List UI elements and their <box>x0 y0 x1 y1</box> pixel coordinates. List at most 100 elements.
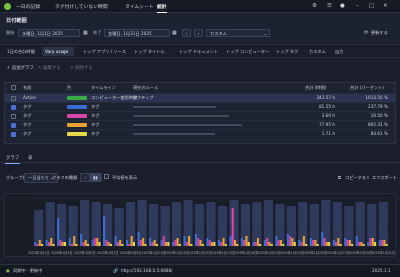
chart-bar[interactable] <box>362 244 365 246</box>
chart-bar[interactable] <box>224 244 227 246</box>
chart-bar[interactable] <box>277 240 280 246</box>
tab-untagged-time[interactable]: タグ付けしていない時間 <box>55 3 108 10</box>
chart-bar[interactable] <box>369 238 372 246</box>
chart-bar[interactable] <box>259 244 262 246</box>
chart-bar[interactable] <box>86 244 90 246</box>
chart-bar[interactable] <box>70 244 73 246</box>
tab-timesheet[interactable]: タイムシート <box>125 3 154 10</box>
extensions-icon[interactable]: ⚙ <box>312 3 317 9</box>
tab-graph[interactable]: グラフ <box>4 155 21 164</box>
chart-bar[interactable] <box>45 240 48 246</box>
chart-bar[interactable] <box>360 242 363 246</box>
chart-bar[interactable] <box>190 244 193 246</box>
server-url[interactable]: http://192.168.0.5:8888/ <box>121 268 173 273</box>
tab-table[interactable]: 表 <box>28 155 32 161</box>
chart-bar-active[interactable] <box>91 202 101 246</box>
chart-bar[interactable] <box>275 236 278 246</box>
chart-bar[interactable] <box>268 242 271 246</box>
bar-chart-icon[interactable]: ▮▮ <box>89 173 102 182</box>
chart-bar[interactable] <box>293 242 296 246</box>
chart-bar[interactable] <box>245 236 248 246</box>
chart-bar[interactable] <box>84 240 87 246</box>
chart-bar[interactable] <box>314 240 317 246</box>
chart-bar[interactable] <box>346 240 349 246</box>
minimize-icon[interactable]: – <box>356 3 359 9</box>
row-color-swatch[interactable] <box>67 105 87 109</box>
row-color-swatch[interactable] <box>67 114 87 118</box>
export-button[interactable]: エクスポート <box>372 175 397 181</box>
account-icon[interactable]: ● <box>340 3 345 9</box>
chart-bar[interactable] <box>298 240 301 246</box>
chart-bar[interactable] <box>344 238 347 246</box>
chart-bar[interactable] <box>128 244 131 246</box>
row-checkbox[interactable] <box>11 123 16 128</box>
chart-bar[interactable] <box>325 242 328 246</box>
chart-bar[interactable] <box>240 238 243 246</box>
chart-bar[interactable] <box>213 242 216 246</box>
chart-bar[interactable] <box>82 242 85 246</box>
tab-top-computers[interactable]: トップ コンピューター <box>223 47 272 56</box>
table-row[interactable]: タグ タグ 81.55 h 237.79 % <box>5 102 395 111</box>
select-all-checkbox[interactable] <box>11 85 16 90</box>
column-header-percent[interactable]: 合計 (パーセント) <box>350 83 384 93</box>
chart-bar[interactable] <box>137 232 140 246</box>
add-graph-button[interactable]: ＋ 追加グラフ <box>6 65 34 71</box>
chart-bar[interactable] <box>351 244 354 246</box>
chart-bar[interactable] <box>385 244 388 246</box>
row-color-swatch[interactable] <box>67 132 87 136</box>
chart-bar[interactable] <box>36 244 39 246</box>
table-row[interactable]: タグ タグ 1.71 h 84.61 % <box>5 129 395 138</box>
chart-bar[interactable] <box>289 236 292 246</box>
chart-bar[interactable] <box>155 244 158 246</box>
tab-top-tags[interactable]: トップ タグ <box>273 47 301 56</box>
chart-bar[interactable] <box>312 240 315 246</box>
chart-bar[interactable] <box>59 240 62 246</box>
table-row[interactable]: Active コンピューター使用時間 アクティブ 343.57 h 1013.56 % <box>5 93 395 102</box>
chart-bar[interactable] <box>328 242 331 246</box>
chart-bar[interactable] <box>302 236 305 246</box>
chart-bar[interactable] <box>57 218 60 246</box>
prev-range-button[interactable]: ‹ <box>182 29 191 37</box>
chart-bar[interactable] <box>243 240 246 246</box>
next-range-button[interactable]: › <box>194 29 203 37</box>
chart-bar[interactable] <box>282 244 285 246</box>
table-row[interactable]: タグ タグ 77.95 h 865.31 % <box>5 120 395 129</box>
chart-bar[interactable] <box>160 240 163 246</box>
average-checkbox[interactable] <box>104 174 109 179</box>
chart-bar[interactable] <box>41 244 44 246</box>
chart-bar[interactable] <box>236 244 239 246</box>
chart-bar[interactable] <box>121 244 124 246</box>
tab-output[interactable]: 出力 <box>332 47 346 56</box>
chart-bar[interactable] <box>130 236 133 246</box>
chart-bar[interactable] <box>323 238 326 246</box>
chart-bar[interactable] <box>374 242 377 246</box>
chart-bar[interactable] <box>162 236 165 246</box>
tab-vary-usage[interactable]: Vary usage <box>42 47 74 56</box>
column-header-name[interactable]: 名前 <box>23 83 31 93</box>
chart-bar[interactable] <box>153 240 156 246</box>
row-checkbox[interactable] <box>11 105 16 110</box>
chart-bar[interactable] <box>279 240 282 246</box>
refresh-button[interactable]: 更新する <box>371 30 388 36</box>
chart-bar[interactable] <box>103 216 106 246</box>
chart-bar[interactable] <box>132 242 135 246</box>
chart-bar[interactable] <box>34 242 37 246</box>
chart-bar[interactable] <box>231 208 234 246</box>
chart-bar[interactable] <box>167 242 170 246</box>
chart-bar[interactable] <box>50 238 53 246</box>
chart-bar[interactable] <box>174 240 177 246</box>
chart-bar[interactable] <box>139 240 142 246</box>
chart-bar[interactable] <box>171 242 175 246</box>
refresh-icon[interactable]: ⟳ <box>364 30 368 36</box>
chart-bar-active[interactable] <box>263 200 274 246</box>
chart-bar[interactable] <box>291 238 294 246</box>
column-header-timeline[interactable]: タイムライン <box>91 83 116 93</box>
chart-bar[interactable] <box>199 240 202 246</box>
chart-bar[interactable] <box>68 238 71 246</box>
chart-bar[interactable] <box>116 242 119 246</box>
tab-daily-log[interactable]: 一日の記録 <box>16 3 40 10</box>
chart-bar[interactable] <box>305 244 308 246</box>
chart-bar[interactable] <box>183 236 186 246</box>
chart-bar[interactable] <box>383 240 386 246</box>
chart-bar[interactable] <box>300 242 303 246</box>
